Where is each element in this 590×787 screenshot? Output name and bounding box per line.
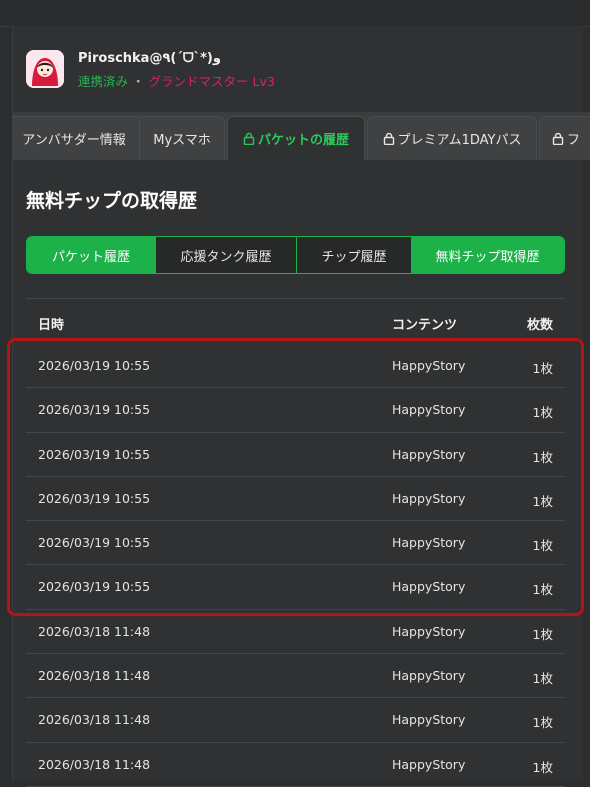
row-content: HappyStory <box>392 623 466 639</box>
rank-label: グランドマスター <box>148 74 249 89</box>
row-count: 1枚 <box>532 671 553 687</box>
row-content: HappyStory <box>392 402 466 418</box>
table-row: 2026/03/19 10:55 HappyStory 1枚 <box>26 565 565 610</box>
row-count: 1枚 <box>532 361 553 376</box>
row-content: HappyStory <box>392 446 466 462</box>
row-content: HappyStory <box>392 668 466 684</box>
row-count: 1枚 <box>532 493 553 509</box>
row-content: HappyStory <box>392 712 466 728</box>
table-row: 2026/03/19 10:55 HappyStory 1枚 <box>26 388 565 433</box>
row-content: HappyStory <box>392 756 466 772</box>
row-datetime: 2026/03/19 10:55 <box>38 535 151 551</box>
user-status-line: 連携済み・グランドマスター Lv3 <box>78 71 275 90</box>
table-row: 2026/03/19 10:55 HappyStory 1枚 <box>26 344 565 389</box>
lock-icon <box>552 132 564 145</box>
lock-icon <box>243 132 255 145</box>
row-datetime: 2026/03/18 11:48 <box>38 756 151 772</box>
table-row: 2026/03/18 11:48 HappyStory 1枚 <box>26 654 565 699</box>
tab-label: パケットの履歴 <box>257 133 349 148</box>
header-count: 枚数 <box>526 318 553 333</box>
separator: ・ <box>132 74 145 89</box>
segment-support-tank-history[interactable]: 応援タンク履歴 <box>155 237 296 273</box>
row-count: 1枚 <box>532 538 553 554</box>
row-datetime: 2026/03/18 11:48 <box>38 668 151 684</box>
row-count: 1枚 <box>532 405 553 421</box>
table-row: 2026/03/19 10:55 HappyStory 1枚 <box>26 433 565 477</box>
row-content: HappyStory <box>392 490 466 506</box>
header-datetime: 日時 <box>38 318 65 333</box>
row-count: 1枚 <box>532 626 553 642</box>
table-row: 2026/03/19 10:55 HappyStory 1枚 <box>26 477 565 522</box>
header-content: コンテンツ <box>392 318 458 333</box>
tab-label: Myスマホ <box>153 133 211 148</box>
history-segment-control: パケット履歴 応援タンク履歴 チップ履歴 無料チップ取得歴 <box>26 236 565 274</box>
row-count: 1枚 <box>532 449 553 465</box>
lock-icon <box>383 132 394 145</box>
tab-my-smartphone[interactable]: Myスマホ <box>139 116 225 160</box>
row-content: HappyStory <box>392 579 466 595</box>
table-row: 2026/03/18 11:48 HappyStory 1枚 <box>26 743 565 787</box>
row-datetime: 2026/03/19 10:55 <box>38 402 151 418</box>
row-datetime: 2026/03/19 10:55 <box>38 358 151 373</box>
row-datetime: 2026/03/19 10:55 <box>38 579 151 595</box>
table-body: 2026/03/19 10:55 HappyStory 1枚 2026/03/19 1… <box>26 344 565 787</box>
table-row: 2026/03/18 11:48 HappyStory 1枚 <box>26 610 565 655</box>
segment-chip-history[interactable]: チップ履歴 <box>296 237 411 273</box>
table-header: 日時 コンテンツ 枚数 <box>26 299 565 343</box>
avatar[interactable] <box>26 50 64 88</box>
row-count: 1枚 <box>532 715 553 731</box>
row-count: 1枚 <box>532 759 553 775</box>
row-datetime: 2026/03/19 10:55 <box>38 490 151 506</box>
top-bar <box>0 0 590 27</box>
tab-premium-1day-pass[interactable]: プレミアム1DAYパス <box>367 116 537 160</box>
level-label: Lv3 <box>252 74 275 89</box>
row-content: HappyStory <box>392 358 466 373</box>
table-row: 2026/03/18 11:48 HappyStory 1枚 <box>26 698 565 743</box>
user-name: Piroschka@٩(ˊᗜˋ*)و <box>78 51 221 66</box>
tab-label: プレミアム1DAYパス <box>397 133 522 148</box>
tab-label: フ <box>567 133 581 148</box>
link-status: 連携済み <box>78 74 129 89</box>
tab-label: アンバサダー情報 <box>22 133 126 148</box>
table-row: 2026/03/19 10:55 HappyStory 1枚 <box>26 521 565 566</box>
row-datetime: 2026/03/18 11:48 <box>38 623 151 639</box>
page-title: 無料チップの取得歴 <box>26 190 198 212</box>
row-content: HappyStory <box>392 535 466 551</box>
segment-packet-history[interactable]: パケット履歴 <box>27 237 155 273</box>
tab-packet-history[interactable]: パケットの履歴 <box>227 116 365 160</box>
tab-ambassador-info[interactable]: アンバサダー情報 <box>12 116 144 160</box>
tab-bar: アンバサダー情報 Myスマホ パケットの履歴 プレミアム1DAYパス フ <box>12 112 590 160</box>
row-datetime: 2026/03/18 11:48 <box>38 712 151 728</box>
row-count: 1枚 <box>532 582 553 598</box>
tab-overflow[interactable]: フ <box>539 116 590 160</box>
row-datetime: 2026/03/19 10:55 <box>38 446 151 462</box>
segment-free-chip-history[interactable]: 無料チップ取得歴 <box>411 237 564 273</box>
